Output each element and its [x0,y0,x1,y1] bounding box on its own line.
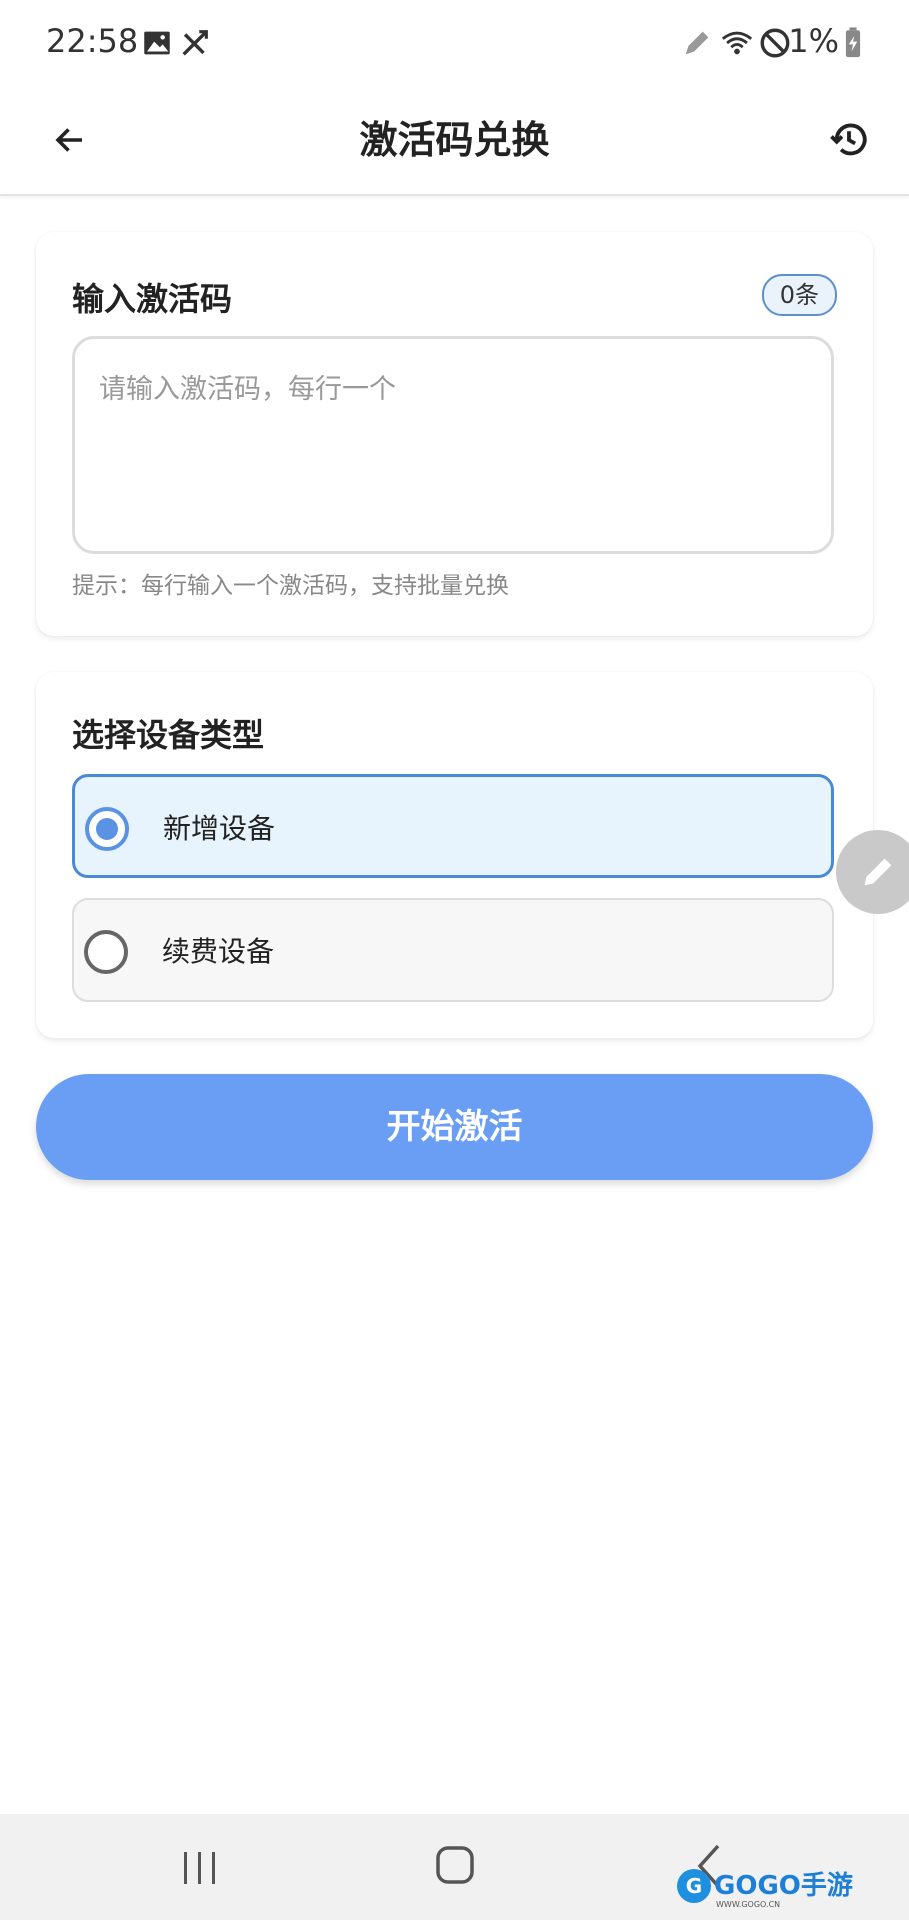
battery-percent: 1% [788,22,839,60]
watermark-text: GOGO手游网 [714,1871,854,1901]
option-new-device-label: 新增设备 [163,812,276,845]
option-renew-device-label: 续费设备 [162,935,275,968]
recents-icon[interactable] [180,1848,220,1888]
status-time: 22:58 [46,22,139,60]
do-not-disturb-icon [760,28,790,58]
radio-unselected[interactable] [84,930,128,974]
watermark-subtext: WWW.GOGO.CN [716,1900,780,1909]
app-bar: 激活码兑换 [0,86,909,196]
svg-text:G: G [686,1874,702,1898]
battery-charging-icon [845,27,861,58]
start-activation-button[interactable]: 开始激活 [36,1074,873,1180]
edit-pen-icon [685,31,709,55]
watermark-logo: G GOGO手游网 WWW.GOGO.CN [677,1869,854,1909]
code-section-title: 输入激活码 [72,280,233,318]
history-button[interactable] [819,110,879,170]
pencil-icon [864,858,892,886]
input-hint: 提示：每行输入一个激活码，支持批量兑换 [72,573,509,599]
no-sync-icon [182,30,208,56]
history-icon [830,123,867,156]
status-bar: 22:58 1% [0,0,909,86]
image-icon [144,31,170,55]
home-icon[interactable] [434,1844,476,1886]
option-renew-device[interactable]: 续费设备 [72,898,834,1002]
device-type-card: 选择设备类型 新增设备 续费设备 [36,672,873,1038]
page-title: 激活码兑换 [359,118,550,162]
device-section-title: 选择设备类型 [72,716,265,754]
option-new-device[interactable]: 新增设备 [72,774,834,878]
wifi-icon [721,31,753,55]
system-nav-bar: G GOGO手游网 WWW.GOGO.CN [0,1814,909,1920]
code-input-card: 输入激活码 0条 请输入激活码，每行一个 提示：每行输入一个激活码，支持批量兑换 [36,232,873,636]
activation-code-input[interactable]: 请输入激活码，每行一个 [72,336,834,554]
code-count-badge: 0条 [761,274,837,316]
radio-selected[interactable] [85,807,129,851]
